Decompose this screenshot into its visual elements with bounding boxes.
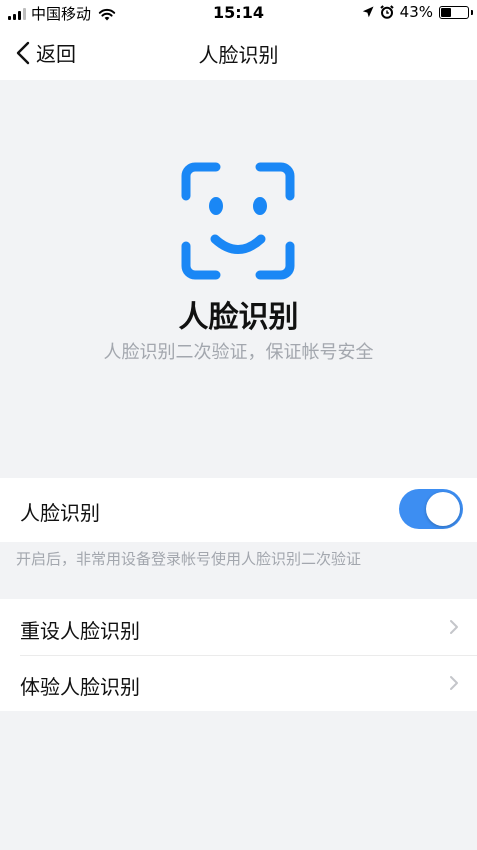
battery-icon [439,5,473,19]
battery-nub [471,9,473,15]
list-item-try-face-recognition[interactable]: 体验人脸识别 [0,655,477,711]
chevron-right-icon [450,676,458,690]
face-recognition-toggle-row: 人脸识别 [0,478,477,542]
list-item-label: 重设人脸识别 [20,619,140,643]
status-bar-right: 43% [362,3,473,21]
hero-section: 人脸识别 人脸识别二次验证，保证帐号安全 [0,80,477,478]
chevron-right-icon [450,620,458,634]
face-recognition-icon [181,162,295,280]
page-title: 人脸识别 [198,43,279,67]
list-item-label: 体验人脸识别 [20,675,140,699]
navigation-bar: 返回 人脸识别 [0,26,477,80]
settings-list: 重设人脸识别 体验人脸识别 [0,599,477,711]
hero-title: 人脸识别 [178,300,299,335]
list-item-reset-face-recognition[interactable]: 重设人脸识别 [0,599,477,655]
status-bar: 中国移动 15:14 43% [0,0,477,26]
switch-knob [426,492,460,526]
alarm-clock-icon [379,5,394,19]
face-recognition-switch[interactable] [399,489,463,529]
toggle-hint: 开启后，非常用设备登录帐号使用人脸识别二次验证 [16,550,362,568]
location-arrow-icon [362,6,374,18]
battery-percentage: 43% [399,3,433,21]
hero-subtitle: 人脸识别二次验证，保证帐号安全 [103,342,374,363]
battery-fill [441,7,452,17]
toggle-label: 人脸识别 [20,501,100,525]
